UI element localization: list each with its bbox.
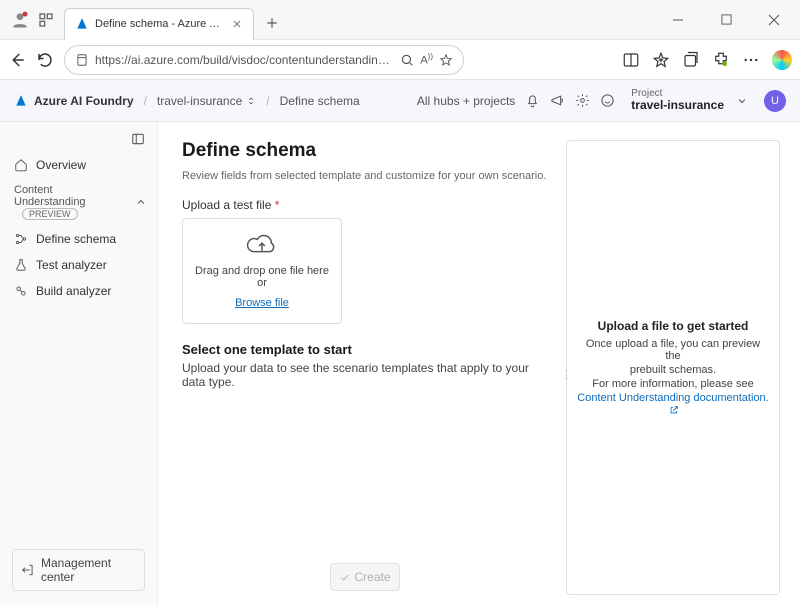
window-maximize-button[interactable] (704, 4, 748, 36)
check-icon (339, 572, 350, 583)
page-description: Review fields from selected template and… (182, 170, 552, 182)
template-heading: Select one template to start (182, 342, 552, 357)
brand[interactable]: Azure AI Foundry (14, 94, 134, 108)
chevron-updown-icon (246, 96, 256, 106)
exit-icon (21, 563, 35, 577)
upload-drag-text: Drag and drop one file here or (193, 265, 331, 289)
preview-text: For more information, please see (592, 378, 753, 390)
sidebar: Overview Content Understanding PREVIEW D… (0, 122, 158, 605)
copilot-icon[interactable] (772, 50, 792, 70)
browse-file-link[interactable]: Browse file (235, 297, 289, 309)
page-body: Overview Content Understanding PREVIEW D… (0, 122, 800, 605)
app-topbar: Azure AI Foundry / travel-insurance / De… (0, 80, 800, 122)
upload-cloud-icon (247, 233, 277, 257)
azure-favicon-icon (75, 17, 89, 31)
external-link-icon (669, 405, 679, 415)
extensions-icon[interactable] (712, 51, 730, 69)
project-value: travel-insurance (631, 99, 724, 112)
zoom-icon[interactable] (400, 53, 414, 67)
breadcrumb-separator: / (266, 94, 269, 108)
sidebar-item-label: Overview (36, 158, 86, 172)
management-center-label: Management center (41, 556, 136, 584)
sidebar-item-overview[interactable]: Overview (6, 152, 151, 178)
page-title: Define schema (182, 140, 552, 162)
read-aloud-icon[interactable]: A)) (420, 52, 433, 67)
chevron-up-icon (135, 196, 147, 208)
back-button[interactable] (8, 51, 26, 69)
favorites-icon[interactable] (652, 51, 670, 69)
sidebar-item-label: Define schema (36, 232, 116, 246)
preview-title: Upload a file to get started (598, 319, 749, 333)
breadcrumb-separator: / (144, 94, 147, 108)
home-icon (14, 158, 28, 172)
schema-icon (14, 232, 28, 246)
feedback-icon[interactable] (600, 93, 615, 108)
build-icon (14, 284, 28, 298)
preview-text: prebuilt schemas. (630, 364, 716, 376)
project-selector[interactable]: Project travel-insurance (631, 88, 724, 112)
create-button-label: Create (354, 570, 390, 584)
sidebar-item-label: Build analyzer (36, 284, 111, 298)
collections-icon[interactable] (682, 51, 700, 69)
browser-toolbar: https://ai.azure.com/build/visdoc/conten… (0, 40, 800, 80)
url-text: https://ai.azure.com/build/visdoc/conten… (95, 53, 394, 67)
preview-badge: PREVIEW (22, 208, 78, 220)
new-tab-button[interactable] (258, 9, 286, 37)
site-info-icon[interactable] (75, 53, 89, 67)
preview-panel: ⋮ Upload a file to get started Once uplo… (566, 140, 780, 595)
template-help-text: Upload your data to see the scenario tem… (182, 361, 552, 389)
chevron-down-icon[interactable] (736, 95, 748, 107)
breadcrumb-project[interactable]: travel-insurance (157, 94, 256, 108)
window-close-button[interactable] (752, 4, 796, 36)
sidebar-item-define-schema[interactable]: Define schema (6, 226, 151, 252)
preview-text: Once upload a file, you can preview the (577, 338, 769, 362)
address-bar[interactable]: https://ai.azure.com/build/visdoc/conten… (64, 45, 464, 75)
tab-close-icon[interactable] (231, 18, 243, 30)
management-center-button[interactable]: Management center (12, 549, 145, 591)
brand-label: Azure AI Foundry (34, 94, 134, 108)
sidebar-group-content-understanding[interactable]: Content Understanding PREVIEW (6, 178, 151, 226)
sidebar-item-test-analyzer[interactable]: Test analyzer (6, 252, 151, 278)
resize-handle-icon[interactable]: ⋮ (561, 368, 565, 386)
collapse-sidebar-icon[interactable] (131, 132, 145, 146)
notifications-icon[interactable] (525, 93, 540, 108)
sidebar-item-label: Test analyzer (36, 258, 107, 272)
upload-dropzone[interactable]: Drag and drop one file here or Browse fi… (182, 218, 342, 324)
browser-tab[interactable]: Define schema - Azure AI Foundr (64, 8, 254, 40)
sidebar-group-label: Content Understanding (14, 184, 104, 208)
flask-icon (14, 258, 28, 272)
window-minimize-button[interactable] (656, 4, 700, 36)
all-hubs-link[interactable]: All hubs + projects (417, 94, 515, 108)
announcements-icon[interactable] (550, 93, 565, 108)
sidebar-item-build-analyzer[interactable]: Build analyzer (6, 278, 151, 304)
user-avatar[interactable]: U (764, 90, 786, 112)
azure-logo-icon (14, 94, 28, 108)
refresh-button[interactable] (36, 51, 54, 69)
split-screen-icon[interactable] (622, 51, 640, 69)
create-button: Create (330, 563, 400, 591)
main-content: Define schema Review fields from selecte… (158, 122, 800, 605)
favorite-icon[interactable] (439, 53, 453, 67)
documentation-link[interactable]: Content Understanding documentation. (577, 392, 768, 416)
breadcrumb-page: Define schema (280, 94, 360, 108)
more-icon[interactable] (742, 51, 760, 69)
workspaces-icon[interactable] (38, 12, 54, 28)
tab-title: Define schema - Azure AI Foundr (95, 18, 225, 30)
settings-icon[interactable] (575, 93, 590, 108)
upload-label: Upload a test file * (182, 198, 552, 212)
profile-icon[interactable] (10, 10, 30, 30)
window-titlebar: Define schema - Azure AI Foundr (0, 0, 800, 40)
